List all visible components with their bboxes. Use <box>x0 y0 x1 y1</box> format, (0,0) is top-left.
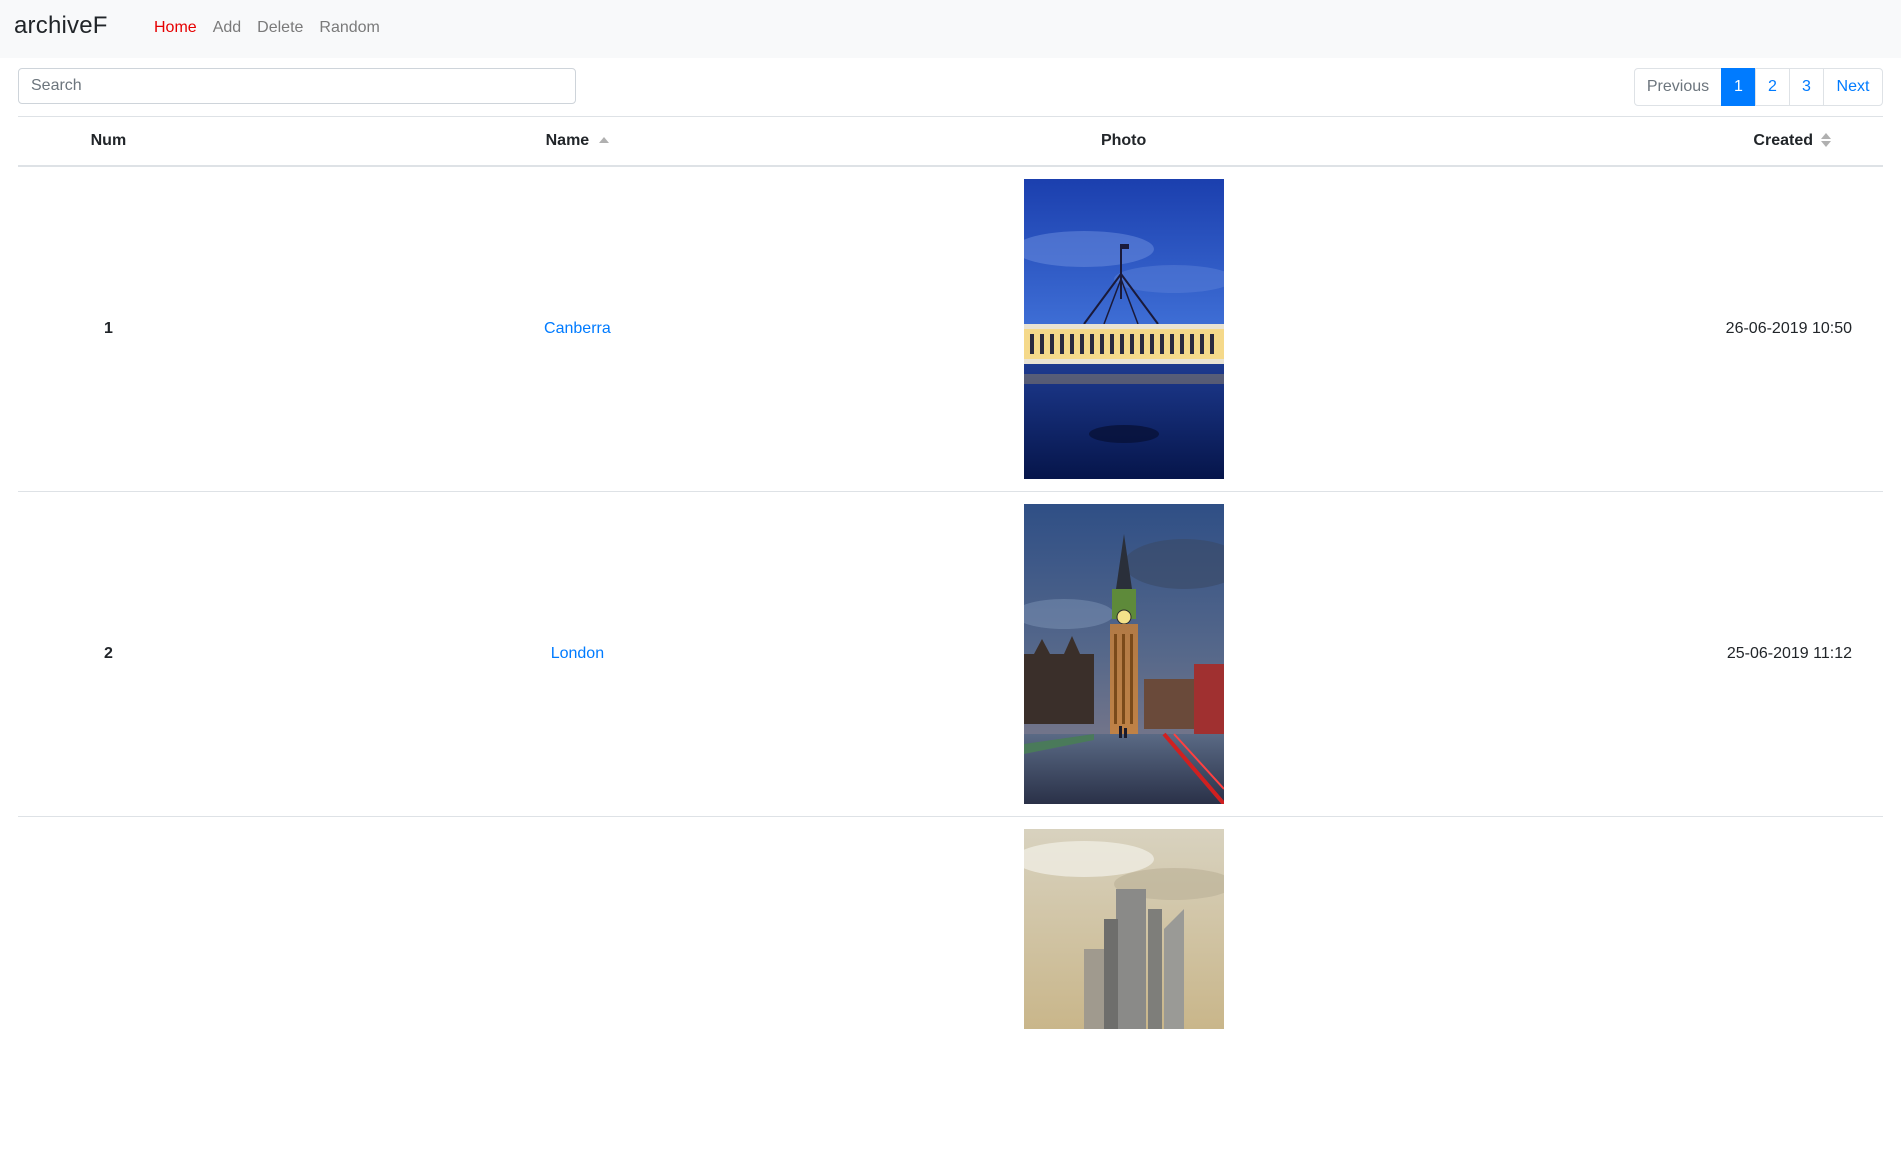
row-photo-cell <box>956 492 1291 817</box>
photo-city-image <box>1024 829 1224 1029</box>
header-name[interactable]: Name <box>199 117 956 167</box>
photo-canberra-image <box>1024 179 1224 479</box>
table-row: 2 London <box>18 492 1883 817</box>
row-name-cell: Canberra <box>199 166 956 492</box>
row-photo-cell <box>956 166 1291 492</box>
row-name-link[interactable]: London <box>551 645 604 662</box>
header-created-label: Created <box>1753 132 1813 149</box>
photo-london[interactable] <box>1024 504 1224 804</box>
nav-random[interactable]: Random <box>319 18 379 38</box>
pagination-page-2[interactable]: 2 <box>1755 68 1790 106</box>
row-num <box>18 817 199 1153</box>
table-row <box>18 817 1883 1153</box>
pagination-page-1[interactable]: 1 <box>1721 68 1756 106</box>
brand-logo[interactable]: archiveF <box>14 12 108 40</box>
row-num: 1 <box>18 166 199 492</box>
photo-city[interactable] <box>1024 829 1224 1029</box>
row-name-cell <box>199 817 956 1153</box>
nav-delete[interactable]: Delete <box>257 18 303 38</box>
pagination-previous[interactable]: Previous <box>1634 68 1722 106</box>
photo-london-image <box>1024 504 1224 804</box>
row-name-link[interactable]: Canberra <box>544 320 611 337</box>
row-num: 2 <box>18 492 199 817</box>
sort-asc-icon <box>599 137 609 143</box>
row-created: 25-06-2019 11:12 <box>1291 492 1883 817</box>
table-row: 1 Canberra <box>18 166 1883 492</box>
row-photo-cell <box>956 817 1291 1153</box>
header-photo-label: Photo <box>1101 132 1146 149</box>
row-created: 26-06-2019 10:50 <box>1291 166 1883 492</box>
row-name-cell: London <box>199 492 956 817</box>
table-header-row: Num Name Photo Created <box>18 117 1883 167</box>
header-created[interactable]: Created <box>1291 117 1883 167</box>
nav-home[interactable]: Home <box>154 18 197 38</box>
header-photo: Photo <box>956 117 1291 167</box>
records-table: Num Name Photo Created 1 Canberra <box>18 116 1883 1153</box>
navbar: archiveF Home Add Delete Random <box>0 0 1901 58</box>
nav-add[interactable]: Add <box>213 18 241 38</box>
header-name-label: Name <box>546 132 590 149</box>
pagination: Previous 1 2 3 Next <box>1634 68 1883 106</box>
header-num[interactable]: Num <box>18 117 199 167</box>
pagination-next[interactable]: Next <box>1823 68 1883 106</box>
header-num-label: Num <box>91 132 127 149</box>
main-nav: Home Add Delete Random <box>154 18 396 38</box>
photo-canberra[interactable] <box>1024 179 1224 479</box>
sort-icon <box>1821 133 1831 147</box>
row-created <box>1291 817 1883 1153</box>
pagination-page-3[interactable]: 3 <box>1789 68 1824 106</box>
search-input[interactable] <box>18 68 576 104</box>
